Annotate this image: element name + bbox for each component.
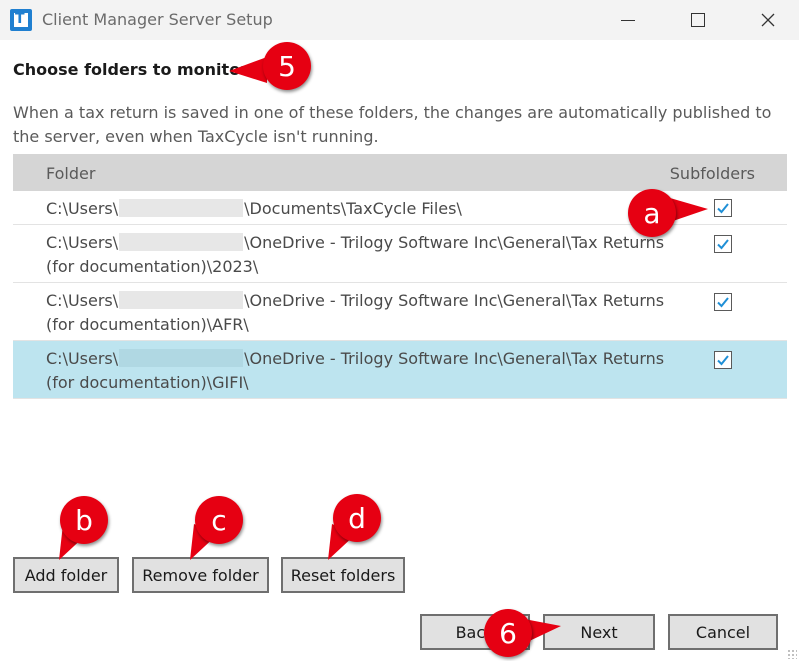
minimize-button[interactable]	[605, 0, 651, 40]
close-icon	[761, 13, 775, 27]
subfolders-checkbox[interactable]	[714, 235, 732, 253]
resize-grip-icon[interactable]	[787, 649, 797, 659]
callout-d: d	[333, 494, 381, 542]
folder-path: C:\Users\ \OneDrive - Trilogy Software In…	[46, 291, 665, 334]
checkmark-icon	[717, 239, 729, 250]
subfolders-checkbox[interactable]	[714, 199, 732, 217]
table-row[interactable]: C:\Users\ \OneDrive - Trilogy Software In…	[13, 225, 787, 283]
redacted-username	[119, 199, 244, 217]
callout-5: 5	[263, 42, 311, 90]
page-title: Choose folders to monitor	[13, 60, 249, 79]
column-header-subfolders: Subfolders	[669, 164, 755, 183]
callout-b: b	[60, 496, 108, 544]
checkmark-icon	[717, 355, 729, 366]
app-icon	[10, 9, 32, 31]
subfolders-checkbox[interactable]	[714, 351, 732, 369]
subfolders-checkbox[interactable]	[714, 293, 732, 311]
folder-path: C:\Users\ \OneDrive - Trilogy Software In…	[46, 349, 665, 392]
redacted-username	[119, 349, 244, 367]
folder-table: Folder Subfolders C:\Users\ \Documents\Ta…	[13, 154, 787, 399]
close-button[interactable]	[745, 0, 791, 40]
cancel-button[interactable]: Cancel	[668, 614, 778, 650]
column-header-folder: Folder	[46, 164, 96, 183]
checkmark-icon	[717, 203, 729, 214]
description-text: When a tax return is saved in one of the…	[13, 103, 772, 146]
callout-c: c	[195, 496, 243, 544]
maximize-icon	[691, 13, 705, 27]
table-row[interactable]: C:\Users\ \OneDrive - Trilogy Software In…	[13, 283, 787, 341]
callout-6: 6	[484, 609, 532, 657]
table-header: Folder Subfolders	[13, 154, 787, 191]
window-title: Client Manager Server Setup	[42, 10, 273, 29]
redacted-username	[119, 233, 244, 251]
folder-path: C:\Users\ \OneDrive - Trilogy Software In…	[46, 233, 665, 276]
maximize-button[interactable]	[675, 0, 721, 40]
checkmark-icon	[717, 297, 729, 308]
redacted-username	[119, 291, 244, 309]
folder-path: C:\Users\ \Documents\TaxCycle Files\	[46, 199, 462, 218]
table-row-selected[interactable]: C:\Users\ \OneDrive - Trilogy Software In…	[13, 341, 787, 399]
title-bar: Client Manager Server Setup	[0, 0, 799, 40]
minimize-icon	[621, 19, 635, 21]
callout-a: a	[628, 189, 676, 237]
